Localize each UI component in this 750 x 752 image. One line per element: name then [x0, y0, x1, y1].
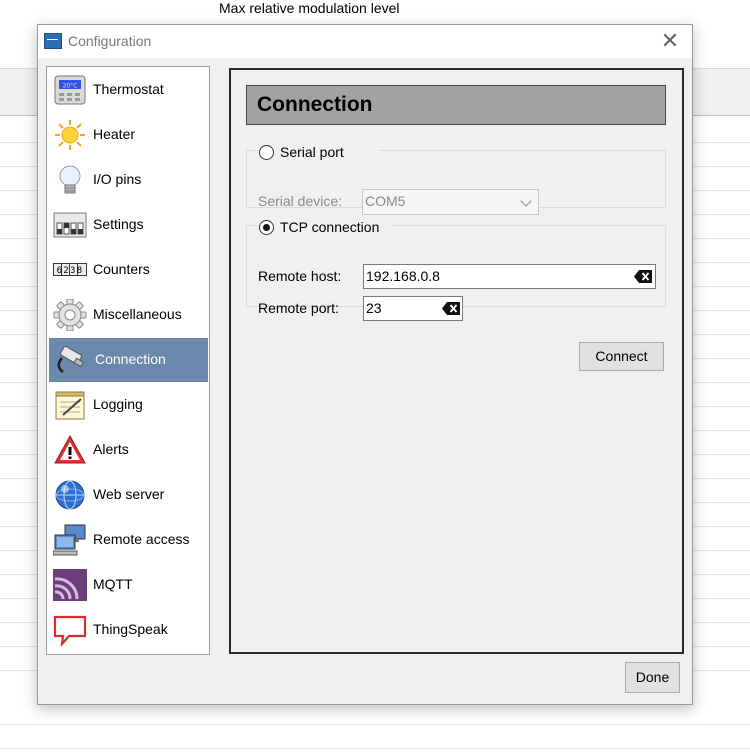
sidebar-item-label: Heater	[93, 126, 136, 142]
sidebar-item-alerts[interactable]: Alerts	[49, 428, 208, 472]
done-button[interactable]: Done	[625, 662, 680, 693]
background-title: Max relative modulation level	[219, 0, 400, 16]
configuration-dialog: Configuration ✕ 20°C Thermostat Heater I…	[37, 24, 693, 705]
remote-port-label: Remote port:	[258, 300, 339, 316]
cable-icon	[57, 345, 85, 373]
notepad-icon	[55, 391, 85, 420]
clear-icon[interactable]	[634, 270, 652, 283]
connection-panel: Connection Serial port Serial device: CO…	[229, 68, 684, 654]
counter-icon: 6238	[53, 263, 87, 276]
sidebar-item-label: Alerts	[93, 441, 129, 457]
clear-icon[interactable]	[442, 302, 460, 315]
sidebar-item-logging[interactable]: Logging	[49, 383, 208, 427]
sun-icon	[55, 120, 85, 150]
chevron-down-icon	[520, 195, 532, 207]
sidebar-item-connection[interactable]: Connection	[49, 338, 208, 382]
sidebar-item-mqtt[interactable]: MQTT	[49, 563, 208, 607]
sidebar-item-label: Logging	[93, 396, 143, 412]
sidebar-item-web-server[interactable]: Web server	[49, 473, 208, 517]
warning-icon	[54, 434, 86, 464]
sidebar-item-thingspeak[interactable]: ThingSpeak	[49, 608, 208, 652]
sidebar-item-thermostat[interactable]: 20°C Thermostat	[49, 68, 208, 112]
close-button[interactable]: ✕	[648, 25, 692, 58]
panel-title: Connection	[257, 93, 373, 116]
sidebar-item-label: ThingSpeak	[93, 621, 168, 637]
tcp-connection-radio[interactable]: TCP connection	[259, 218, 391, 236]
serial-port-radio-button[interactable]	[259, 145, 274, 160]
sidebar-item-label: Settings	[93, 216, 144, 232]
counter-digits: 6238	[57, 266, 84, 276]
sidebar-item-miscellaneous[interactable]: Miscellaneous	[49, 293, 208, 337]
thermostat-icon: 20°C	[54, 75, 86, 105]
connect-button-label: Connect	[595, 348, 648, 364]
grid-line	[0, 748, 750, 749]
speech-bubble-icon	[53, 615, 87, 646]
sidebar-item-io-pins[interactable]: I/O pins	[49, 158, 208, 202]
serial-device-label: Serial device:	[258, 193, 343, 209]
serial-device-value: COM5	[365, 193, 406, 209]
sidebar-item-counters[interactable]: 6238 Counters	[49, 248, 208, 292]
app-icon	[44, 33, 62, 49]
title-bar[interactable]: Configuration ✕	[38, 25, 692, 58]
globe-icon	[55, 480, 85, 510]
close-icon: ✕	[660, 28, 680, 53]
sidebar-item-remote-access[interactable]: Remote access	[49, 518, 208, 562]
tcp-connection-radio-button[interactable]	[259, 220, 274, 235]
sidebar-item-label: I/O pins	[93, 171, 142, 187]
switches-icon	[53, 212, 87, 238]
sidebar-item-label: Web server	[93, 486, 165, 502]
remote-host-label: Remote host:	[258, 268, 342, 284]
thermostat-readout: 20°C	[63, 83, 78, 90]
remote-host-value: 192.168.0.8	[366, 268, 440, 284]
sidebar-item-label: MQTT	[93, 576, 133, 592]
panel-heading: Connection	[246, 85, 666, 125]
tcp-connection-label: TCP connection	[280, 219, 380, 235]
remote-port-value: 23	[366, 300, 382, 316]
done-button-label: Done	[635, 669, 670, 685]
serial-port-radio[interactable]: Serial port	[259, 143, 379, 161]
sidebar-item-label: Connection	[95, 351, 166, 367]
sidebar-item-label: Counters	[93, 261, 150, 277]
sidebar-item-heater[interactable]: Heater	[49, 113, 208, 157]
remote-port-input[interactable]: 23	[363, 296, 463, 321]
grid-line	[0, 724, 750, 725]
lightbulb-icon	[59, 165, 81, 194]
computers-icon	[53, 524, 86, 556]
serial-device-select[interactable]: COM5	[362, 189, 539, 215]
sidebar-item-settings[interactable]: Settings	[49, 203, 208, 247]
sidebar: 20°C Thermostat Heater I/O pins Settings…	[46, 66, 210, 655]
serial-port-label: Serial port	[280, 144, 344, 160]
dialog-title: Configuration	[68, 33, 152, 49]
sidebar-item-label: Miscellaneous	[93, 306, 182, 322]
remote-host-input[interactable]: 192.168.0.8	[363, 264, 656, 289]
gear-icon	[53, 299, 87, 331]
broadcast-icon	[53, 569, 87, 601]
sidebar-item-label: Remote access	[93, 531, 190, 547]
sidebar-item-label: Thermostat	[93, 81, 164, 97]
connect-button[interactable]: Connect	[579, 342, 664, 371]
